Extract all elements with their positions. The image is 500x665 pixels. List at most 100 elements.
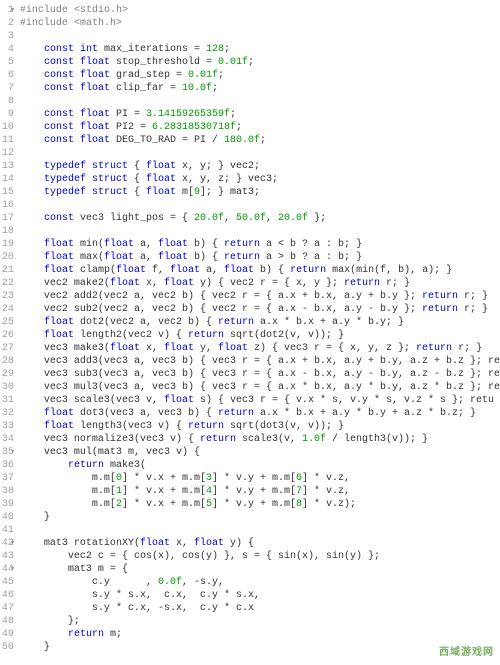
code-area[interactable]: ▾#include <stdio.h>#include <math.h> con… — [20, 4, 500, 654]
code-line[interactable] — [20, 95, 500, 108]
code-line[interactable]: s.y * c.x, -s.x, c.y * c.x — [20, 602, 500, 615]
code-text: const float clip_far = 10.0f; — [20, 83, 218, 94]
code-line[interactable]: const int max_iterations = 128; — [20, 43, 500, 56]
line-number: 5 — [0, 56, 14, 69]
code-line[interactable]: m.m[0] * v.x + m.m[3] * v.y + m.m[6] * v… — [20, 472, 500, 485]
code-text: vec2 c = { cos(x), cos(y) }, s = { sin(x… — [20, 551, 380, 562]
code-line[interactable]: vec3 scale3(vec3 v, float s) { vec3 r = … — [20, 394, 500, 407]
line-number: 25 — [0, 316, 14, 329]
code-text: vec3 scale3(vec3 v, float s) { vec3 r = … — [20, 395, 494, 406]
code-text: const vec3 light_pos = { 20.0f, 50.0f, 2… — [20, 213, 326, 224]
code-text: vec3 mul(mat3 m, vec3 v) { — [20, 447, 200, 458]
code-line[interactable]: vec2 make2(float x, float y) { vec2 r = … — [20, 277, 500, 290]
code-line[interactable]: } — [20, 511, 500, 524]
code-line[interactable]: vec2 sub2(vec2 a, vec2 b) { vec2 r = { a… — [20, 303, 500, 316]
code-line[interactable] — [20, 199, 500, 212]
fold-toggle-icon[interactable]: ▾ — [10, 4, 15, 17]
line-number: 40 — [0, 511, 14, 524]
code-line[interactable]: float dot2(vec2 a, vec2 b) { return a.x … — [20, 316, 500, 329]
code-line[interactable]: const float PI2 = 6.28318530718f; — [20, 121, 500, 134]
code-text: s.y * s.x, c.x, c.y * s.x, — [20, 590, 260, 601]
line-number: 14 — [0, 173, 14, 186]
code-line[interactable]: m.m[2] * v.x + m.m[5] * v.y + m.m[8] * v… — [20, 498, 500, 511]
code-text: float clamp(float f, float a, float b) {… — [20, 265, 452, 276]
code-text: } — [20, 512, 50, 523]
code-line[interactable]: float length2(vec2 v) { return sqrt(dot2… — [20, 329, 500, 342]
line-number: 26 — [0, 329, 14, 342]
code-text: float dot2(vec2 a, vec2 b) { return a.x … — [20, 317, 404, 328]
code-line[interactable]: vec3 make3(float x, float y, float z) { … — [20, 342, 500, 355]
code-line[interactable]: vec3 mul3(vec3 a, vec3 b) { vec3 r = { a… — [20, 381, 500, 394]
line-number: 41 — [0, 524, 14, 537]
line-number: 31 — [0, 394, 14, 407]
code-line[interactable]: ▾#include <stdio.h> — [20, 4, 500, 17]
code-line[interactable]: vec3 normalize3(vec3 v) { return scale3(… — [20, 433, 500, 446]
line-number: 33 — [0, 420, 14, 433]
fold-toggle-icon[interactable]: ▾ — [10, 563, 15, 576]
fold-toggle-icon[interactable]: ▾ — [10, 446, 15, 459]
code-text: float max(float a, float b) { return a >… — [20, 252, 362, 263]
code-text: #include <stdio.h> — [20, 5, 128, 16]
code-line[interactable]: const vec3 light_pos = { 20.0f, 50.0f, 2… — [20, 212, 500, 225]
line-number: 15 — [0, 186, 14, 199]
code-text: float dot3(vec3 a, vec3 b) { return a.x … — [20, 408, 476, 419]
code-text: vec3 add3(vec3 a, vec3 b) { vec3 r = { a… — [20, 356, 500, 367]
code-line[interactable]: const float clip_far = 10.0f; — [20, 82, 500, 95]
code-line[interactable]: typedef struct { float x, y; } vec2; — [20, 160, 500, 173]
code-text: return m; — [20, 629, 122, 640]
fold-toggle-icon[interactable]: ▾ — [10, 537, 15, 550]
code-text: m.m[2] * v.x + m.m[5] * v.y + m.m[8] * v… — [20, 499, 356, 510]
code-line[interactable]: float dot3(vec3 a, vec3 b) { return a.x … — [20, 407, 500, 420]
code-line[interactable]: return make3( — [20, 459, 500, 472]
code-line[interactable]: typedef struct { float x, y, z; } vec3; — [20, 173, 500, 186]
code-line[interactable]: float length3(vec3 v) { return sqrt(dot3… — [20, 420, 500, 433]
line-number: 10 — [0, 121, 14, 134]
code-line[interactable] — [20, 524, 500, 537]
line-number: 7 — [0, 82, 14, 95]
line-number: 8 — [0, 95, 14, 108]
line-number: 21 — [0, 264, 14, 277]
code-line[interactable]: vec3 sub3(vec3 a, vec3 b) { vec3 r = { a… — [20, 368, 500, 381]
line-number: 32 — [0, 407, 14, 420]
code-line[interactable]: const float DEG_TO_RAD = PI / 180.0f; — [20, 134, 500, 147]
code-text: vec3 sub3(vec3 a, vec3 b) { vec3 r = { a… — [20, 369, 500, 380]
code-text: typedef struct { float x, y, z; } vec3; — [20, 174, 278, 185]
code-line[interactable]: s.y * s.x, c.x, c.y * s.x, — [20, 589, 500, 602]
code-text: const float DEG_TO_RAD = PI / 180.0f; — [20, 135, 266, 146]
code-line[interactable]: return m; — [20, 628, 500, 641]
code-line[interactable] — [20, 147, 500, 160]
line-number: 20 — [0, 251, 14, 264]
code-line[interactable]: } — [20, 641, 500, 654]
code-line[interactable]: vec2 c = { cos(x), cos(y) }, s = { sin(x… — [20, 550, 500, 563]
code-text: m.m[1] * v.x + m.m[4] * v.y + m.m[7] * v… — [20, 486, 350, 497]
code-line[interactable]: c.y , 0.0f, -s.y, — [20, 576, 500, 589]
code-line[interactable]: ▾ vec3 mul(mat3 m, vec3 v) { — [20, 446, 500, 459]
code-editor[interactable]: 1234567891011121314151617181920212223242… — [0, 0, 500, 654]
code-line[interactable]: const float PI = 3.14159265359f; — [20, 108, 500, 121]
line-number-gutter: 1234567891011121314151617181920212223242… — [0, 4, 20, 654]
line-number: 30 — [0, 381, 14, 394]
code-line[interactable]: m.m[1] * v.x + m.m[4] * v.y + m.m[7] * v… — [20, 485, 500, 498]
line-number: 29 — [0, 368, 14, 381]
code-line[interactable]: vec3 add3(vec3 a, vec3 b) { vec3 r = { a… — [20, 355, 500, 368]
code-line[interactable]: }; — [20, 615, 500, 628]
code-line[interactable]: ▾ mat3 m = { — [20, 563, 500, 576]
line-number: 23 — [0, 290, 14, 303]
code-line[interactable]: float max(float a, float b) { return a >… — [20, 251, 500, 264]
code-line[interactable] — [20, 30, 500, 43]
code-line[interactable]: typedef struct { float m[9]; } mat3; — [20, 186, 500, 199]
line-number: 6 — [0, 69, 14, 82]
code-line[interactable]: float clamp(float f, float a, float b) {… — [20, 264, 500, 277]
code-line[interactable]: const float grad_step = 0.01f; — [20, 69, 500, 82]
line-number: 36 — [0, 459, 14, 472]
code-text: float min(float a, float b) { return a <… — [20, 239, 362, 250]
code-line[interactable]: #include <math.h> — [20, 17, 500, 30]
line-number: 49 — [0, 628, 14, 641]
code-line[interactable] — [20, 225, 500, 238]
line-number: 50 — [0, 641, 14, 654]
line-number: 18 — [0, 225, 14, 238]
code-line[interactable]: ▾ mat3 rotationXY(float x, float y) { — [20, 537, 500, 550]
code-line[interactable]: vec2 add2(vec2 a, vec2 b) { vec2 r = { a… — [20, 290, 500, 303]
code-line[interactable]: float min(float a, float b) { return a <… — [20, 238, 500, 251]
code-line[interactable]: const float stop_threshold = 0.01f; — [20, 56, 500, 69]
